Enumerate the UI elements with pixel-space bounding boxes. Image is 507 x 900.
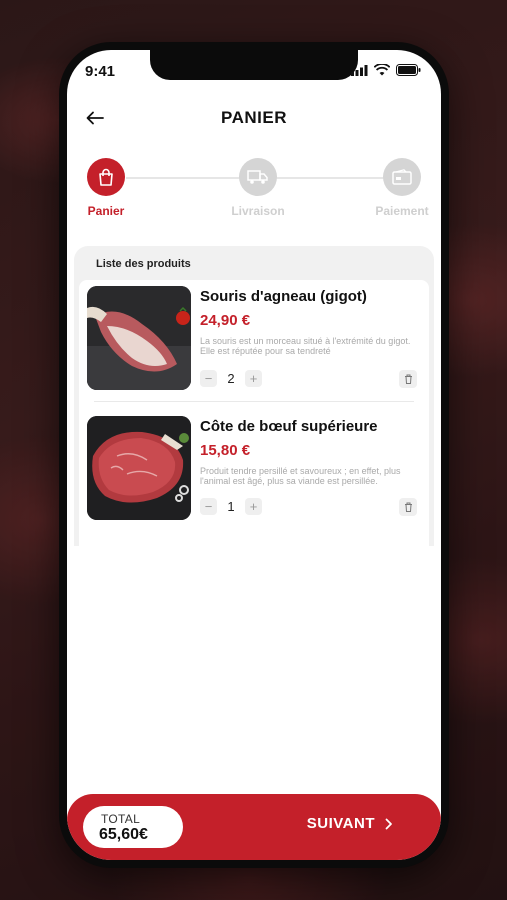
- trash-icon: [404, 502, 412, 512]
- total-box: TOTAL 65,60€: [83, 806, 183, 848]
- quantity-increase-button[interactable]: +: [245, 370, 262, 387]
- trash-icon: [404, 374, 412, 384]
- quantity-value: 2: [227, 371, 235, 386]
- quantity-decrease-button[interactable]: −: [200, 498, 217, 515]
- step-paiement[interactable]: Paiement: [362, 158, 441, 218]
- list-item: Côte de bœuf supérieure 15,80 € Produit …: [79, 410, 429, 520]
- delete-button[interactable]: [399, 498, 417, 516]
- product-price: 24,90 €: [200, 312, 251, 329]
- product-name: Souris d'agneau (gigot): [200, 288, 367, 305]
- step-circle: [383, 158, 421, 196]
- step-panier[interactable]: Panier: [67, 158, 146, 218]
- page-title: PANIER: [221, 108, 287, 127]
- checkout-footer: TOTAL 65,60€ SUIVANT: [67, 794, 441, 860]
- chevron-right-icon: [385, 818, 392, 829]
- card-icon: [392, 169, 412, 185]
- step-label: Panier: [87, 204, 125, 218]
- notch: [150, 50, 358, 80]
- rib-steak-image: [87, 416, 191, 520]
- step-label: Paiement: [375, 204, 429, 218]
- product-list: Souris d'agneau (gigot) 24,90 € La souri…: [79, 280, 429, 546]
- signal-icon: [351, 64, 368, 76]
- product-name: Côte de bœuf supérieure: [200, 418, 378, 435]
- wifi-icon: [374, 64, 390, 76]
- product-list-title: Liste des produits: [96, 258, 191, 270]
- total-label: TOTAL: [101, 812, 141, 826]
- status-time: 9:41: [85, 63, 116, 80]
- step-label: Livraison: [231, 204, 285, 218]
- lamb-shank-image: [87, 286, 191, 390]
- phone-frame: 9:41 PANIER Panier Livraison Paiement Li…: [59, 42, 449, 868]
- product-image: [87, 286, 191, 390]
- truck-icon: [247, 170, 268, 184]
- product-description: Produit tendre persillé et savoureux ; e…: [200, 466, 401, 486]
- delete-button[interactable]: [399, 370, 417, 388]
- step-circle: [87, 158, 125, 196]
- checkout-stepper: Panier Livraison Paiement: [67, 158, 441, 228]
- quantity-value: 1: [227, 499, 235, 514]
- list-item: Souris d'agneau (gigot) 24,90 € La souri…: [79, 280, 429, 390]
- next-button-label: SUIVANT: [306, 815, 375, 832]
- divider: [94, 401, 414, 402]
- step-circle: [239, 158, 277, 196]
- quantity-stepper: − 1 +: [200, 498, 262, 515]
- header: PANIER: [67, 98, 441, 138]
- status-icons: [351, 64, 421, 76]
- bag-icon: [99, 168, 113, 186]
- battery-icon: [396, 64, 421, 76]
- total-value: 65,60€: [99, 826, 148, 843]
- product-price: 15,80 €: [200, 442, 251, 459]
- app-screen: 9:41 PANIER Panier Livraison Paiement Li…: [67, 50, 441, 860]
- quantity-decrease-button[interactable]: −: [200, 370, 217, 387]
- next-button[interactable]: SUIVANT: [307, 815, 393, 832]
- step-livraison[interactable]: Livraison: [218, 158, 298, 218]
- quantity-stepper: − 2 +: [200, 370, 262, 387]
- quantity-increase-button[interactable]: +: [245, 498, 262, 515]
- product-description: La souris est un morceau situé à l'extré…: [200, 336, 411, 356]
- product-list-card: Liste des produits Souris d'agneau (gigo…: [74, 246, 434, 546]
- product-image: [87, 416, 191, 520]
